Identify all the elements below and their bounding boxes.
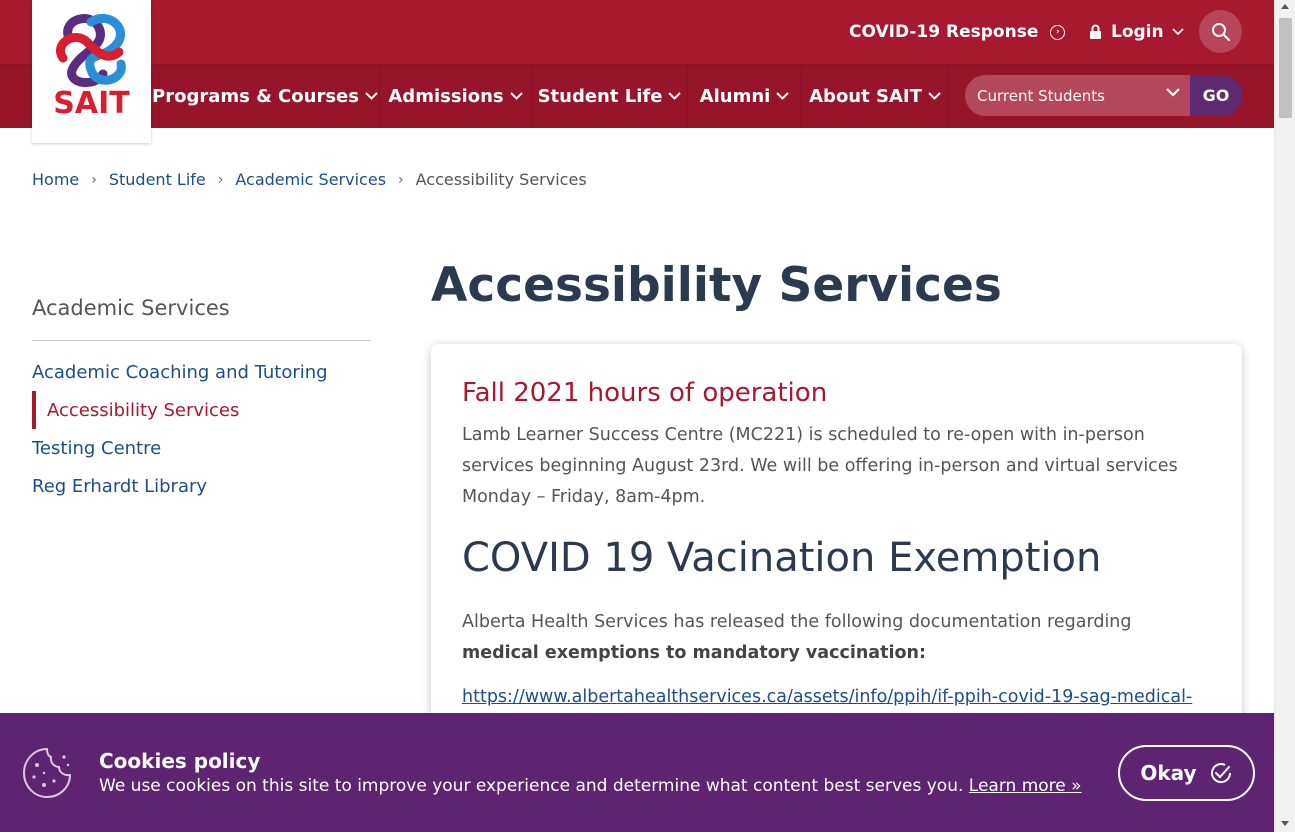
utility-bar: [0, 0, 1274, 64]
okay-label: Okay: [1140, 761, 1197, 785]
breadcrumb-academic-services[interactable]: Academic Services: [235, 170, 386, 189]
sidebar-item-testing-centre[interactable]: Testing Centre: [32, 429, 371, 467]
chevron-right-icon: ›: [91, 171, 97, 188]
audience-select[interactable]: Current Students: [965, 75, 1190, 116]
covid-response-link[interactable]: COVID-19 Response ›: [849, 0, 1066, 64]
circle-arrow-icon: ›: [1050, 24, 1066, 40]
chevron-down-icon: [776, 92, 790, 100]
hours-heading: Fall 2021 hours of operation: [462, 378, 828, 408]
chevron-down-icon: [365, 92, 378, 100]
section-sidebar: Academic Services Academic Coaching and …: [32, 296, 371, 505]
nav-about-sait[interactable]: About SAIT: [802, 64, 949, 128]
okay-button[interactable]: Okay: [1118, 745, 1255, 801]
nav-label: Admissions: [388, 85, 504, 107]
chevron-right-icon: ›: [398, 171, 404, 188]
chevron-down-icon: [928, 92, 941, 100]
sidebar-item-accessibility-services[interactable]: Accessibility Services: [32, 391, 371, 429]
chevron-down-icon: [509, 92, 523, 100]
login-menu[interactable]: Login: [1089, 0, 1184, 64]
learn-more-link[interactable]: Learn more »: [969, 776, 1082, 796]
login-label: Login: [1111, 22, 1164, 42]
page-title: Accessibility Services: [431, 258, 1002, 313]
cookie-title: Cookies policy: [99, 749, 261, 773]
sidebar-title: Academic Services: [32, 296, 371, 341]
breadcrumb-home[interactable]: Home: [32, 170, 79, 189]
covid-text-prefix: Alberta Health Services has released the…: [462, 612, 1132, 632]
logo-text: SAIT: [53, 86, 130, 121]
sait-logo[interactable]: SAIT: [32, 0, 151, 143]
page-scrollbar[interactable]: [1274, 0, 1295, 832]
chevron-down-icon: [1166, 88, 1180, 97]
sidebar-list: Academic Coaching and Tutoring Accessibi…: [32, 353, 371, 505]
covid-text-bold: medical exemptions to mandatory vaccinat…: [462, 643, 926, 663]
nav-label: Alumni: [699, 85, 771, 107]
breadcrumb: Home › Student Life › Academic Services …: [32, 170, 587, 189]
scrollbar-thumb[interactable]: [1279, 18, 1292, 118]
audience-selector: Current Students GO: [965, 75, 1242, 116]
sidebar-item-academic-coaching[interactable]: Academic Coaching and Tutoring: [32, 353, 371, 391]
nav-label: Programs & Courses: [152, 85, 359, 107]
search-button[interactable]: [1199, 10, 1242, 53]
breadcrumb-student-life[interactable]: Student Life: [109, 170, 206, 189]
hours-text: Lamb Learner Success Centre (MC221) is s…: [462, 425, 1178, 507]
chevron-right-icon: ›: [217, 171, 224, 188]
covid-text: Alberta Health Services has released the…: [462, 607, 1211, 669]
search-icon: [1211, 22, 1230, 41]
cookie-icon: [22, 747, 72, 799]
sait-logo-icon: [55, 13, 126, 88]
chevron-down-icon: [1172, 28, 1184, 36]
nav-label: Student Life: [537, 85, 663, 107]
nav-alumni[interactable]: Alumni: [688, 64, 802, 128]
check-circle-icon: [1210, 763, 1231, 784]
nav-label: About SAIT: [809, 85, 922, 107]
nav-admissions[interactable]: Admissions: [380, 64, 532, 128]
lock-icon: [1090, 24, 1101, 39]
cookie-text: We use cookies on this site to improve y…: [99, 776, 1082, 796]
cookie-text-body: We use cookies on this site to improve y…: [99, 776, 969, 796]
content-card: Fall 2021 hours of operation Lamb Learne…: [431, 344, 1242, 764]
covid-heading: COVID 19 Vacination Exemption: [462, 535, 1102, 581]
scroll-up-icon[interactable]: [1281, 4, 1289, 9]
breadcrumb-current: Accessibility Services: [415, 170, 587, 189]
chevron-down-icon: [668, 92, 682, 100]
go-button[interactable]: GO: [1190, 75, 1242, 116]
audience-select-value: Current Students: [977, 86, 1105, 105]
sidebar-item-library[interactable]: Reg Erhardt Library: [32, 467, 371, 505]
ahs-document-link[interactable]: https://www.albertahealthservices.ca/ass…: [462, 687, 1211, 707]
nav-programs-courses[interactable]: Programs & Courses: [151, 64, 380, 128]
nav-student-life[interactable]: Student Life: [532, 64, 688, 128]
covid-response-label: COVID-19 Response: [849, 22, 1039, 42]
scroll-down-icon[interactable]: [1281, 821, 1289, 826]
